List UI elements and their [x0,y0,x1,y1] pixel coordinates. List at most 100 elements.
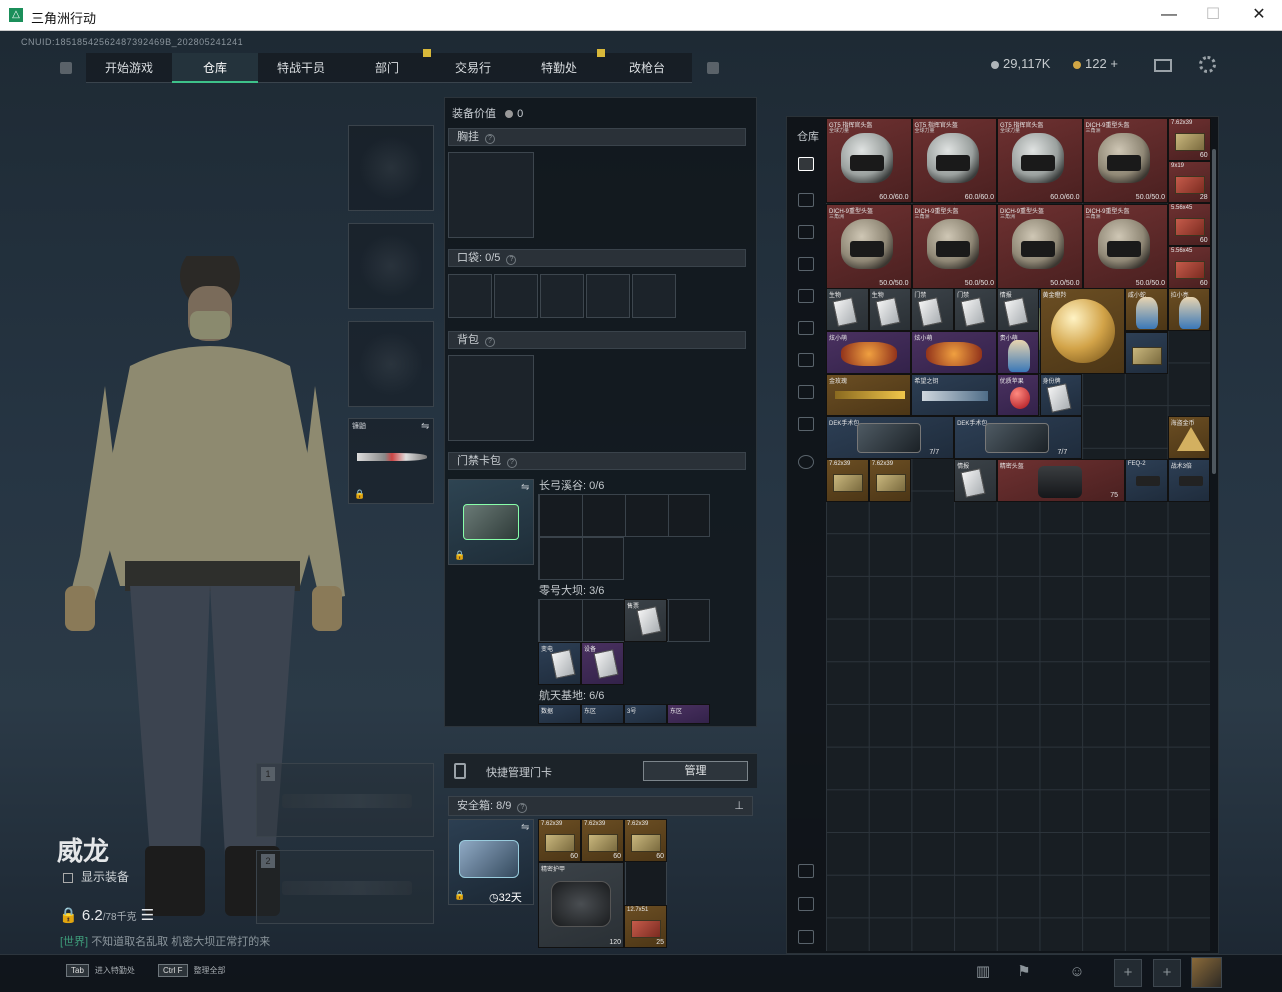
invite-slot-button[interactable]: + [1114,959,1142,987]
help-icon[interactable]: ? [485,134,495,144]
close-button[interactable]: ✕ [1236,0,1282,31]
tab-department[interactable]: 部门 [344,53,430,83]
ammo-item[interactable]: 12.7x51 25 [624,905,667,948]
warehouse-tab-icon[interactable] [798,321,814,335]
help-icon[interactable]: ? [517,803,528,813]
tab-trade[interactable]: 交易行 [430,53,516,83]
ammo-item[interactable]: 5.56x45 60 [1168,203,1211,247]
map-keycard-grid[interactable] [538,494,710,537]
map-keycard-grid[interactable] [538,537,624,580]
keycard-bag-slot[interactable]: ⇋ 🔒 [448,479,534,565]
ammo-item[interactable]: 7.62x39 60 [624,819,667,862]
layers-icon[interactable] [798,897,814,911]
tab-operators[interactable]: 特战干员 [258,53,344,83]
tab-start-game[interactable]: 开始游戏 [86,53,172,83]
misc-item[interactable]: 贵小萌 [996,331,1040,374]
keycard-item[interactable]: 东区 [581,704,624,724]
flag-icon[interactable]: ⚑ [1010,959,1038,987]
ammo-item[interactable]: 7.62x39 60 [581,819,624,862]
misc-item[interactable]: 情报 [954,459,997,502]
warehouse-tab-all-icon[interactable] [798,157,814,171]
misc-item[interactable]: 炫小萌 [911,331,997,374]
help-icon[interactable]: ? [485,337,495,347]
show-equipment-toggle[interactable]: 显示装备 [63,868,129,885]
misc-item[interactable]: 门禁 [954,288,997,331]
keycard-item[interactable]: 东区 [667,704,710,724]
warehouse-tab-icon[interactable] [798,289,814,303]
swap-icon[interactable]: ⇋ [421,421,429,432]
ammo-item[interactable] [1125,331,1168,375]
pocket-slot[interactable] [540,274,584,318]
helmet-item[interactable]: DICH-9重型头盔 三角洲 50.0/50.0 [826,203,912,289]
warehouse-tab-icon[interactable] [798,225,814,239]
add-currency-button[interactable]: + [1110,56,1118,71]
keycard-item[interactable]: 设备 [581,642,624,685]
misc-item[interactable]: 生物 [826,288,869,331]
sort-icon[interactable] [798,930,814,944]
tab-gunsmith[interactable]: 改枪台 [602,53,692,83]
warehouse-tab-icon[interactable] [798,353,814,367]
ammo-item[interactable]: 7.62x39 60 [538,819,581,862]
pistol-slot[interactable] [348,321,434,407]
maximize-button[interactable]: ☐ [1190,0,1236,31]
keycard-item[interactable]: 3号 [624,704,667,724]
helmet-item[interactable]: GT5 指挥官头盔 全球力量 60.0/60.0 [997,118,1083,203]
pin-icon[interactable]: ⊥ [734,797,744,815]
mail-icon[interactable] [1154,59,1172,72]
misc-item[interactable]: 情报 [996,288,1040,331]
warehouse-tab-icon[interactable] [798,257,814,271]
helmet-item[interactable]: GT5 指挥官头盔 全球力量 60.0/60.0 [911,118,997,203]
help-icon[interactable]: ? [506,255,517,265]
invite-slot-button[interactable]: + [1153,959,1181,987]
friends-icon[interactable]: ☺ [1060,959,1094,987]
misc-item[interactable]: 精密头盔 [996,459,1125,502]
helmet-item[interactable]: GT5 指挥官头盔 全球力量 60.0/60.0 [826,118,912,203]
helmet-slot[interactable] [348,125,434,211]
misc-item[interactable]: 希望之钥 [911,373,997,417]
ammo-item[interactable]: 7.62x39 60 [1168,118,1211,161]
nav-forward-icon[interactable] [707,62,719,74]
helmet-item[interactable]: DICH-9重型头盔 三角洲 50.0/50.0 [1082,203,1168,289]
misc-item[interactable]: 拉小亮 [1167,288,1211,331]
misc-item[interactable]: 战术3倍 [1167,459,1211,502]
safe-box-slot[interactable]: ⇋ ◷32天 🔒 [448,819,534,905]
warehouse-tab-icon[interactable] [798,385,814,399]
misc-item[interactable]: 咸小蛇 [1124,288,1168,331]
expand-storage-icon[interactable] [798,864,814,878]
ammo-item[interactable]: 9x19 28 [1168,160,1211,204]
player-avatar[interactable] [1191,957,1222,988]
warehouse-tab-icon[interactable] [798,193,814,207]
checkbox-icon[interactable] [63,872,73,883]
nav-back-icon[interactable] [60,62,72,74]
keycard-item[interactable]: 数据 [538,704,581,724]
backpack-slot[interactable] [448,355,534,441]
settings-tab-icon[interactable] [798,455,814,469]
warehouse-scrollbar[interactable] [1212,149,1216,474]
weapon-slot-1[interactable]: 1 [256,763,434,837]
enter-special-ops-hint[interactable]: Tab 进入特勤处 [66,964,135,977]
pocket-slot[interactable] [494,274,538,318]
helmet-item[interactable]: DICH-9重型头盔 三角洲 50.0/50.0 [1082,118,1168,203]
misc-item[interactable]: 7.62x39 [868,459,912,502]
melee-slot[interactable]: 镰鼬 ⇋ 🔒 [348,418,434,504]
warehouse-tab-icon[interactable] [798,417,814,431]
gear-icon[interactable] [1199,56,1216,73]
tab-warehouse[interactable]: 仓库 [172,53,258,83]
manage-button[interactable]: 管理 [643,761,748,781]
list-icon[interactable]: ☰ [141,907,154,924]
misc-item[interactable]: 金玫瑰 [826,373,912,417]
misc-item[interactable]: FEQ-2 [1124,459,1168,502]
minimize-button[interactable]: — [1146,0,1192,31]
helmet-item[interactable]: DICH-9重型头盔 三角洲 50.0/50.0 [911,203,997,289]
misc-item[interactable]: 7.62x39 [826,459,869,502]
armor-slot[interactable] [348,223,434,309]
pocket-slot[interactable] [632,274,676,318]
chest-rig-slot[interactable] [448,152,534,238]
misc-item[interactable]: 优质苹果 [996,373,1040,417]
help-icon[interactable]: ? [507,458,517,468]
helmet-item[interactable]: DICH-9重型头盔 三角洲 50.0/50.0 [997,203,1083,289]
misc-item[interactable]: 门禁 [911,288,955,331]
pocket-slot[interactable] [586,274,630,318]
pocket-slot[interactable] [448,274,492,318]
stats-icon[interactable]: ▥ [969,959,997,987]
